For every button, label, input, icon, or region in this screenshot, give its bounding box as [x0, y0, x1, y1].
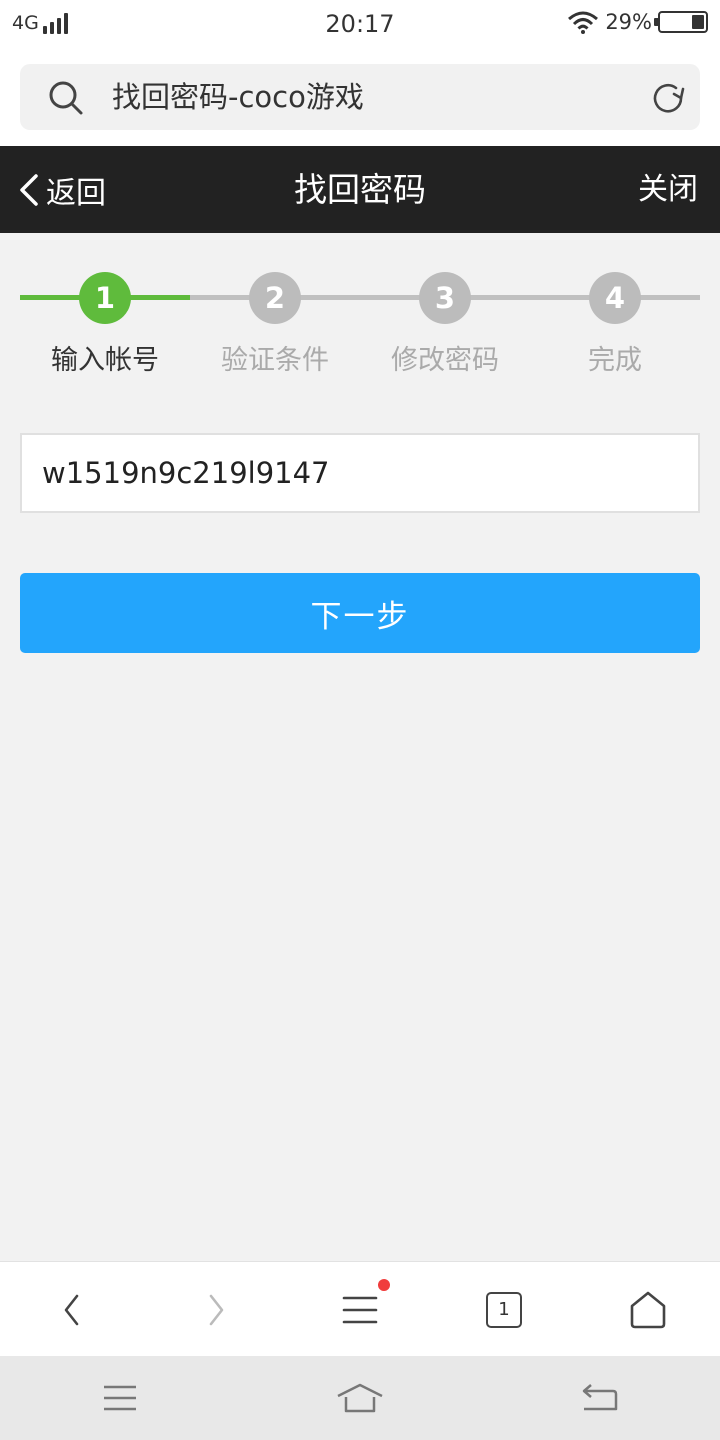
- step-4: 4 完成: [530, 272, 700, 377]
- page-header: 返回 找回密码 关闭: [0, 146, 720, 233]
- back-label: 返回: [46, 175, 106, 211]
- page-title: 找回密码: [294, 170, 426, 209]
- wifi-icon: [568, 11, 599, 34]
- browser-tabs-button[interactable]: 1: [432, 1262, 576, 1357]
- step-label: 验证条件: [221, 345, 329, 376]
- browser-back-button[interactable]: [0, 1262, 144, 1357]
- address-bar-container: 找回密码-coco游戏: [0, 50, 720, 146]
- step-1: 1 输入帐号: [20, 272, 190, 377]
- step-number: 3: [419, 272, 471, 324]
- chevron-left-icon: [20, 173, 38, 206]
- notification-dot: [378, 1279, 390, 1291]
- home-icon: [337, 1383, 383, 1413]
- chevron-left-icon: [64, 1294, 79, 1325]
- battery-percent: 29%: [605, 10, 652, 34]
- system-home-button[interactable]: [240, 1356, 480, 1440]
- chevron-right-icon: [209, 1294, 224, 1325]
- step-number: 1: [79, 272, 131, 324]
- account-input[interactable]: [20, 433, 700, 513]
- system-navigation-bar: [0, 1356, 720, 1440]
- battery-icon: [654, 11, 708, 33]
- system-back-button[interactable]: [480, 1356, 720, 1440]
- step-number: 2: [249, 272, 301, 324]
- step-number: 4: [589, 272, 641, 324]
- step-label: 完成: [588, 345, 642, 376]
- browser-menu-button[interactable]: [288, 1262, 432, 1357]
- address-title[interactable]: 找回密码-coco游戏: [112, 80, 364, 114]
- next-step-button[interactable]: 下一步: [20, 573, 700, 653]
- status-right: 29%: [567, 10, 708, 34]
- tab-count: 1: [486, 1291, 522, 1328]
- return-icon: [582, 1384, 618, 1411]
- menu-icon: [104, 1385, 136, 1411]
- menu-icon: [342, 1296, 378, 1323]
- refresh-icon[interactable]: [650, 80, 686, 116]
- status-bar: 4G 20:17 29%: [0, 0, 720, 50]
- browser-home-button[interactable]: [576, 1262, 720, 1357]
- progress-stepper: 1 输入帐号 2 验证条件 3 修改密码 4 完成: [20, 272, 700, 382]
- back-button[interactable]: 返回: [18, 146, 106, 233]
- step-label: 修改密码: [391, 345, 499, 376]
- close-button[interactable]: 关闭: [638, 146, 698, 233]
- search-icon[interactable]: [48, 80, 84, 116]
- browser-toolbar: 1: [0, 1261, 720, 1356]
- step-label: 输入帐号: [51, 345, 159, 376]
- system-menu-button[interactable]: [0, 1356, 240, 1440]
- address-bar[interactable]: 找回密码-coco游戏: [20, 64, 700, 130]
- step-3: 3 修改密码: [360, 272, 530, 377]
- step-2: 2 验证条件: [190, 272, 360, 377]
- browser-forward-button[interactable]: [144, 1262, 288, 1357]
- home-icon: [630, 1291, 666, 1328]
